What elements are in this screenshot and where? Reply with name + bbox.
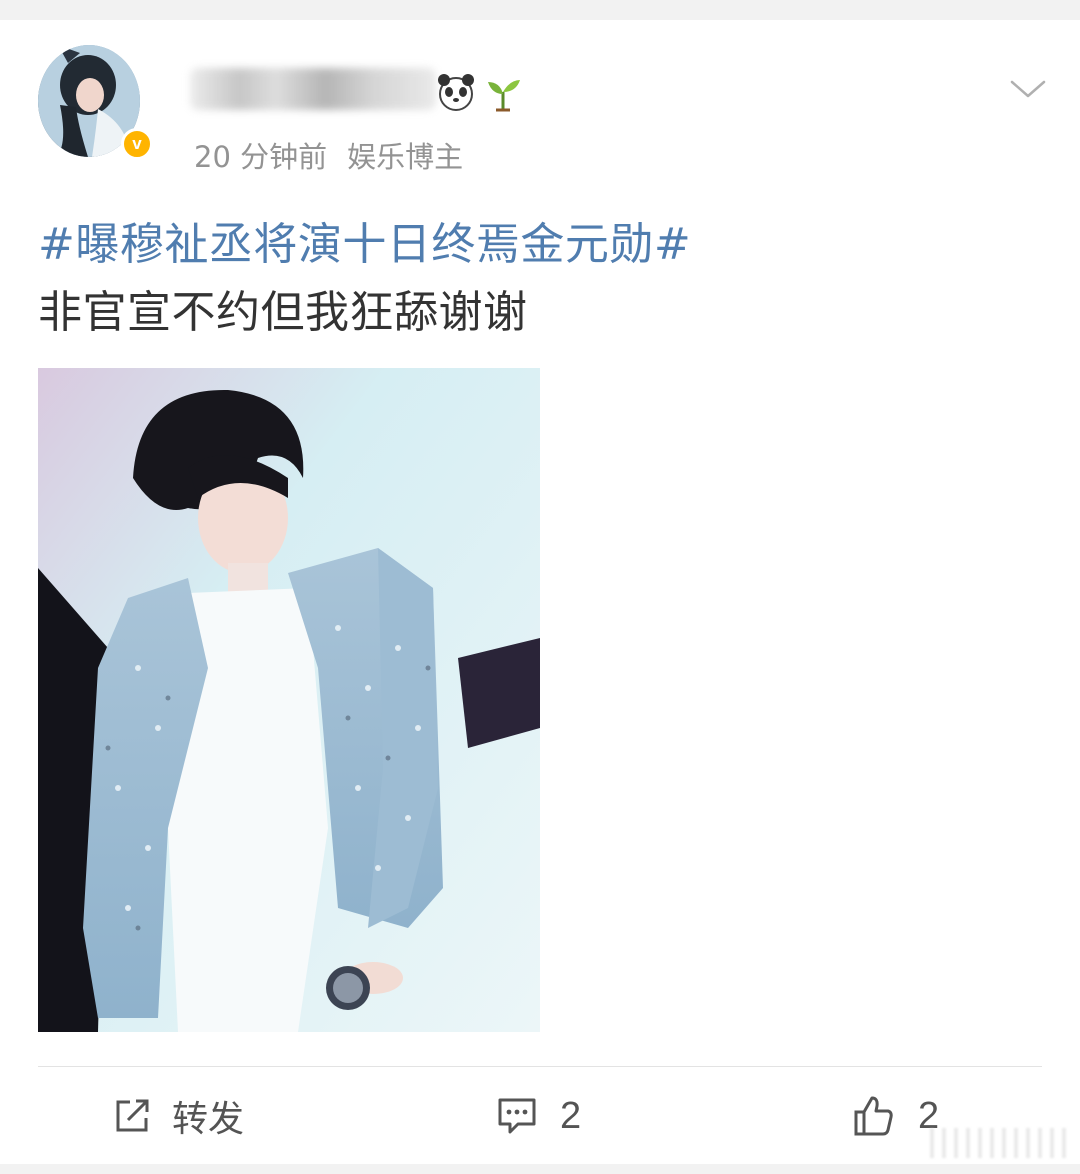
- bottom-gap: [0, 1164, 1080, 1174]
- comment-count: 2: [560, 1094, 582, 1137]
- post-card: v 20 分钟前 娱乐博主 #曝穆祉丞将演十日终焉金元勋# 非官宣不约但我狂舔谢谢: [0, 0, 1080, 1164]
- panda-badge-icon: [436, 72, 476, 112]
- post-time: 20 分钟前: [194, 140, 328, 174]
- repost-label: 转发: [172, 1099, 245, 1140]
- post-meta: 20 分钟前 娱乐博主: [194, 134, 463, 174]
- repost-icon: [116, 1099, 149, 1132]
- like-icon: [854, 1096, 893, 1136]
- like-button[interactable]: 2: [852, 1088, 939, 1144]
- watermark: [930, 1128, 1070, 1158]
- verified-badge: v: [121, 128, 153, 160]
- repost-button[interactable]: 转发: [112, 1088, 244, 1144]
- username-blurred[interactable]: [190, 68, 436, 110]
- post-image[interactable]: [38, 368, 540, 1032]
- sprout-badge-icon: [484, 74, 522, 112]
- chevron-down-icon[interactable]: [1008, 74, 1048, 104]
- comment-icon: [498, 1098, 536, 1134]
- comment-button[interactable]: 2: [496, 1088, 581, 1144]
- post-source: 娱乐博主: [347, 140, 464, 174]
- post-text: 非官宣不约但我狂舔谢谢: [38, 287, 528, 338]
- action-divider: [38, 1066, 1042, 1067]
- topic-link[interactable]: #曝穆祉丞将演十日终焉金元勋#: [38, 208, 691, 272]
